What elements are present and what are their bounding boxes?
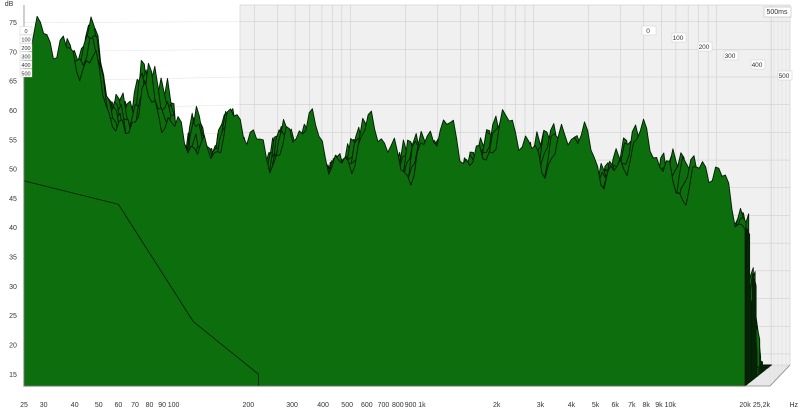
time-tick-label: 300 [725, 53, 736, 60]
y-tick-label: 35 [9, 255, 17, 262]
depth-tick-label: 0 [24, 29, 27, 35]
waterfall-chart: dB 75 70 65 60 55 50 45 40 35 30 25 20 15 25 30 40 50 60 70… [0, 0, 800, 409]
time-unit-label: 500ms [766, 9, 788, 16]
depth-tick-label: 300 [21, 55, 30, 61]
x-tick-label: 25 [20, 402, 28, 409]
x-tick-label: 800 [392, 402, 404, 409]
y-tick-label: 25 [9, 313, 17, 320]
depth-tick-label: 400 [21, 63, 30, 69]
x-tick-label: 3k [537, 402, 545, 409]
x-tick-label: 90 [158, 402, 166, 409]
x-tick-label: 300 [286, 402, 298, 409]
y-tick-label: 60 [9, 108, 17, 115]
x-tick-label: 600 [361, 402, 373, 409]
x-tick-label: 2k [493, 402, 501, 409]
x-tick-label: 8k [643, 402, 651, 409]
y-unit-label: dB [5, 1, 14, 8]
y-tick-label: 50 [9, 167, 17, 174]
x-unit-label: Hz [789, 402, 798, 409]
y-tick-label: 55 [9, 137, 17, 144]
x-tick-label: 70 [131, 402, 139, 409]
time-tick-label: 0 [646, 28, 650, 35]
x-tick-label: 400 [317, 402, 329, 409]
depth-tick-label: 200 [21, 46, 30, 52]
x-tick-label: 25,2k [753, 402, 771, 409]
x-tick-label: 40 [71, 402, 79, 409]
x-tick-label: 700 [378, 402, 390, 409]
time-tick-label: 400 [752, 62, 763, 69]
time-tick-label: 100 [673, 35, 684, 42]
y-tick-label: 40 [9, 225, 17, 232]
x-tick-label: 200 [242, 402, 254, 409]
x-tick-label: 100 [168, 402, 180, 409]
x-tick-label: 80 [146, 402, 154, 409]
x-tick-label: 7k [628, 402, 636, 409]
x-tick-label: 9k [655, 402, 663, 409]
waterfall-svg: dB 75 70 65 60 55 50 45 40 35 30 25 20 15 25 30 40 50 60 70… [0, 0, 800, 409]
depth-tick-label: 500 [21, 72, 30, 78]
x-tick-label: 500 [341, 402, 353, 409]
y-tick-label: 30 [9, 284, 17, 291]
y-tick-label: 20 [9, 342, 17, 349]
x-tick-label: 6k [611, 402, 619, 409]
y-tick-label: 65 [9, 79, 17, 86]
y-tick-label: 70 [9, 49, 17, 56]
x-tick-label: 10k [665, 402, 677, 409]
x-tick-label: 50 [95, 402, 103, 409]
x-tick-label: 60 [115, 402, 123, 409]
x-tick-label: 30 [40, 402, 48, 409]
y-tick-label: 15 [9, 372, 17, 379]
time-tick-label: 500 [779, 73, 790, 80]
y-tick-label: 45 [9, 196, 17, 203]
depth-tick-label: 100 [21, 38, 30, 44]
x-tick-label: 5k [592, 402, 600, 409]
x-tick-label: 4k [568, 402, 576, 409]
y-tick-label: 75 [9, 20, 17, 27]
x-tick-label: 900 [405, 402, 417, 409]
time-tick-label: 200 [699, 44, 710, 51]
x-tick-label: 20k [739, 402, 751, 409]
x-tick-label: 1k [418, 402, 426, 409]
